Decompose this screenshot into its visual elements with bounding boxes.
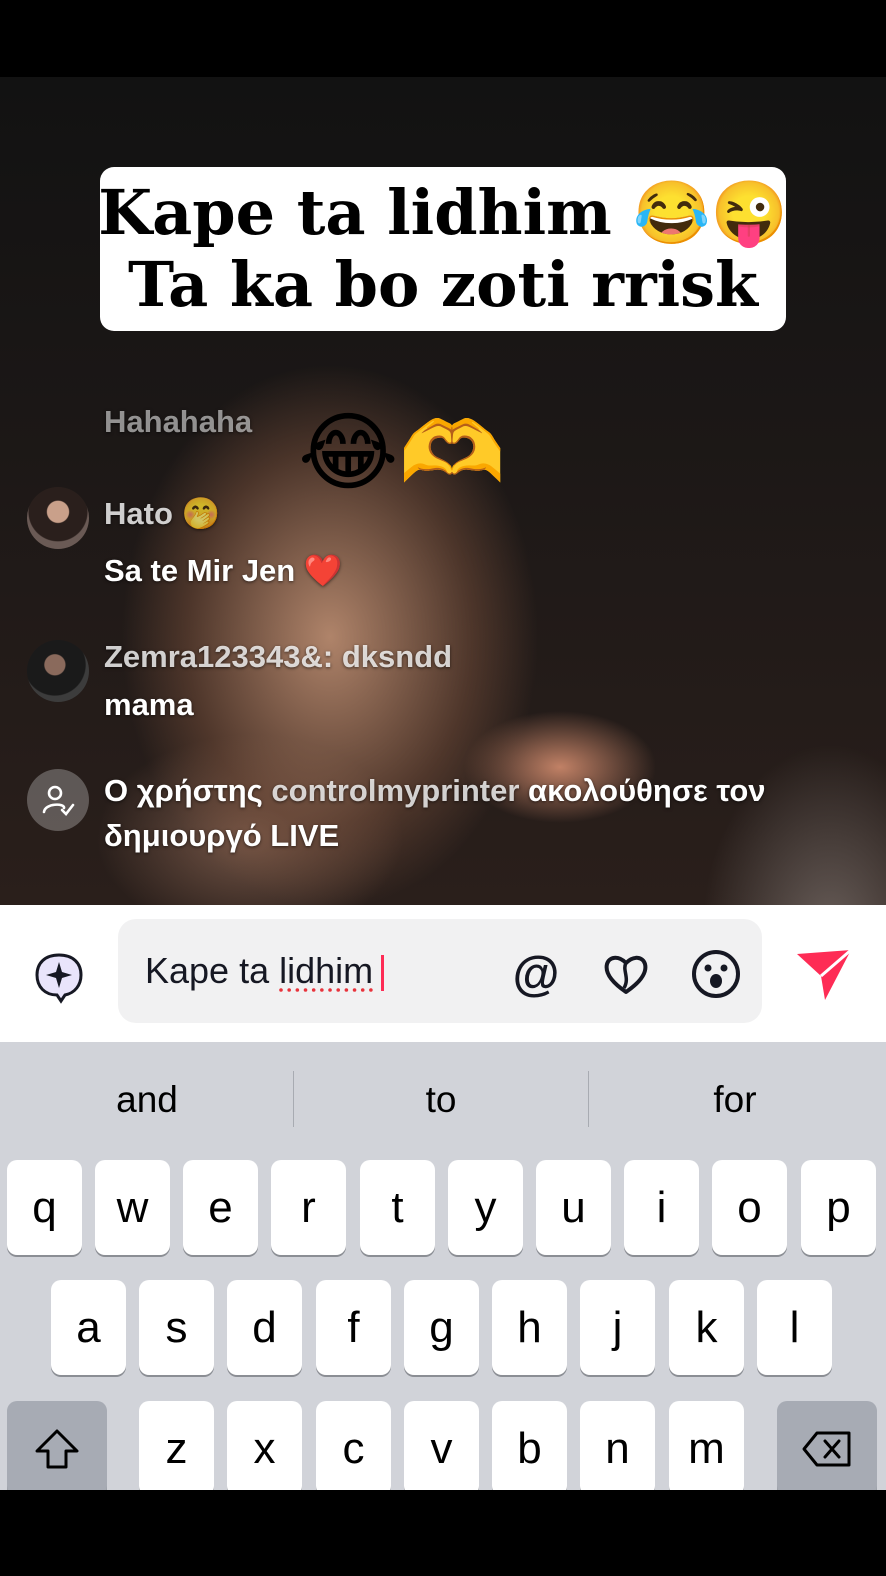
video-caption: Kape ta lidhim 😂😜 Ta ka bo zoti rrisk [98,167,788,331]
key-p[interactable]: p [801,1160,876,1255]
ai-sparkle-icon[interactable] [31,949,87,1005]
follow-suffix: ακολούθησε τον [519,773,766,808]
caption-line-1: Kape ta lidhim 😂😜 [98,176,788,249]
caption-line-2: Ta ka bo zoti rrisk [127,248,759,321]
key-s[interactable]: s [139,1280,214,1375]
follow-username[interactable]: controlmyprinter [271,773,519,808]
emoji-icon[interactable] [690,948,742,1000]
key-l[interactable]: l [757,1280,832,1375]
key-a[interactable]: a [51,1280,126,1375]
bottom-bar [0,1490,886,1576]
key-b[interactable]: b [492,1401,567,1496]
key-h[interactable]: h [492,1280,567,1375]
follow-event-message: Ο χρήστης controlmyprinter ακολούθησε το… [104,772,766,810]
shift-arrow-icon [35,1429,79,1468]
key-e[interactable]: e [183,1160,258,1255]
floating-reaction-emoji: 😂🫶 [298,403,506,503]
suggestion-and[interactable]: and [0,1078,294,1122]
key-f[interactable]: f [316,1280,391,1375]
backspace-key[interactable] [777,1401,877,1496]
key-m[interactable]: m [669,1401,744,1496]
key-x[interactable]: x [227,1401,302,1496]
suggestion-for[interactable]: for [588,1078,882,1122]
follow-event-icon [27,769,89,831]
key-w[interactable]: w [95,1160,170,1255]
chat-message: Zemra123343&: dksndd [104,639,453,674]
key-v[interactable]: v [404,1401,479,1496]
shift-key[interactable] [7,1401,107,1496]
avatar[interactable] [27,640,89,702]
key-y[interactable]: y [448,1160,523,1255]
chat-message: Hato 🤭 [104,496,221,531]
key-n[interactable]: n [580,1401,655,1496]
key-r[interactable]: r [271,1160,346,1255]
avatar[interactable] [27,487,89,549]
key-g[interactable]: g [404,1280,479,1375]
key-o[interactable]: o [712,1160,787,1255]
key-t[interactable]: t [360,1160,435,1255]
key-z[interactable]: z [139,1401,214,1496]
input-text-prefix: Kape ta [145,950,280,991]
suggestion-to[interactable]: to [294,1078,588,1122]
key-i[interactable]: i [624,1160,699,1255]
key-j[interactable]: j [580,1280,655,1375]
key-c[interactable]: c [316,1401,391,1496]
key-q[interactable]: q [7,1160,82,1255]
send-icon[interactable] [795,946,855,1006]
backspace-icon [802,1431,851,1466]
comment-input-text[interactable]: Kape ta lidhim [145,949,385,993]
follow-prefix: Ο χρήστης [104,773,272,808]
key-k[interactable]: k [669,1280,744,1375]
text-caret [381,955,385,992]
chat-message: mama [104,687,194,722]
chat-message: Hahahaha [104,404,253,439]
key-u[interactable]: u [536,1160,611,1255]
follow-event-line-2: δημιουργό LIVE [104,818,340,853]
misspelled-word[interactable]: lidhim [279,950,373,991]
heart-icon[interactable] [600,948,652,1000]
key-d[interactable]: d [227,1280,302,1375]
chat-message: Sa te Mir Jen ❤️ [104,553,343,588]
mention-icon[interactable]: @ [510,948,562,1001]
